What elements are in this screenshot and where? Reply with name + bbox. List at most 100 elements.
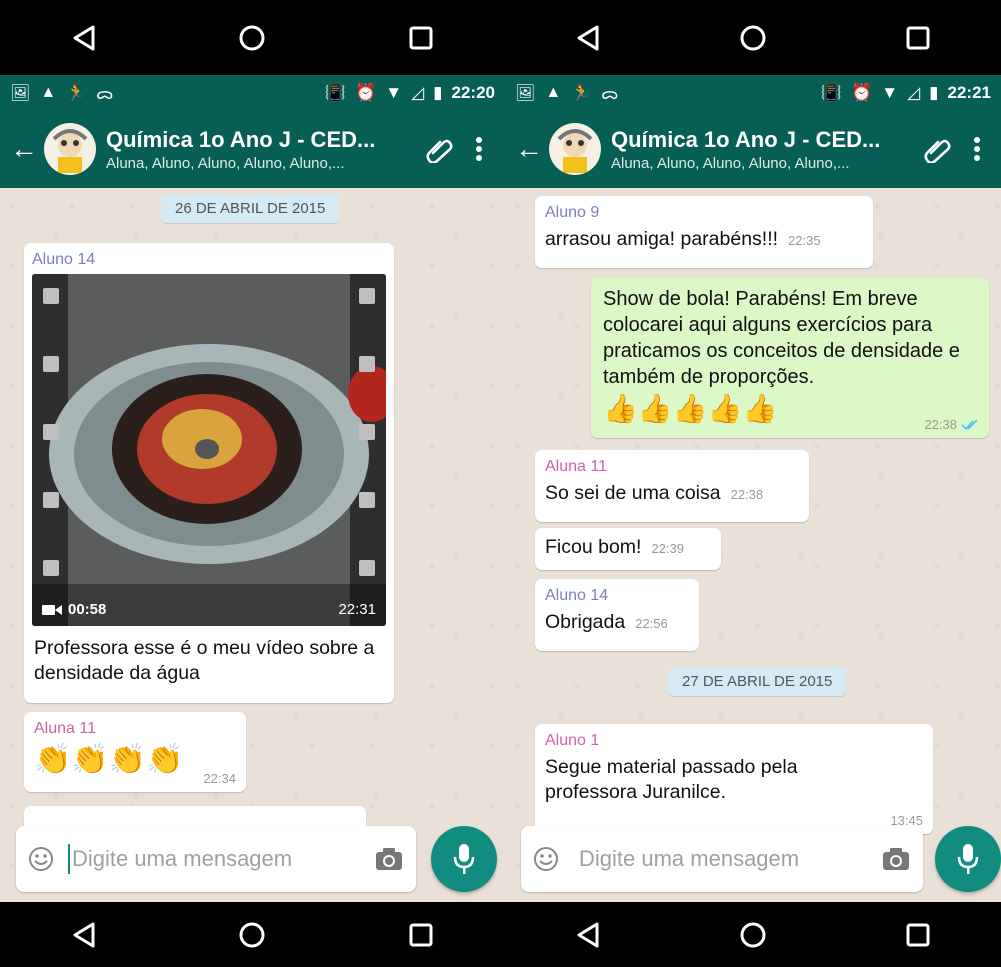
battery-icon: ▮ (433, 82, 443, 102)
top-navigation-bar (505, 0, 1001, 75)
alarm-icon: ⏰ (355, 82, 377, 102)
message-sender: Aluna 11 (34, 720, 96, 737)
top-navigation-bar (0, 0, 505, 75)
message-time: 22:38 (924, 417, 957, 432)
alarm-icon: ⏰ (851, 82, 873, 102)
video-duration: 00:58 (42, 601, 106, 618)
mic-button[interactable] (935, 826, 1001, 892)
message-input[interactable]: Digite uma mensagem (579, 846, 881, 872)
thumbs-up-emoji: 👍👍👍👍👍 (603, 393, 778, 424)
back-arrow-icon[interactable]: ← (0, 133, 42, 165)
message-sender: Aluno 14 (32, 251, 96, 268)
home-icon[interactable] (182, 905, 322, 965)
attach-icon[interactable] (419, 129, 459, 169)
message-time: 22:38 (730, 487, 764, 502)
left-phone-screen: 🖼 ▲ 🏃 ᯅ 📳 ⏰ ▼ ◿ ▮ 22:20 ← Química 1o Ano… (0, 0, 505, 967)
message-time: 22:39 (651, 541, 684, 556)
emoji-icon[interactable] (533, 846, 559, 872)
message-sender: Aluno 9 (545, 204, 600, 221)
message-bubble[interactable]: Aluno 9 arrasou amiga! parabéns!!! 22:35 (535, 196, 873, 268)
video-frame-image (32, 274, 386, 626)
video-thumbnail[interactable]: 00:58 22:31 (32, 274, 386, 626)
chat-participants: Aluna, Aluno, Aluno, Aluno, Aluno,... (611, 154, 850, 172)
home-icon[interactable] (182, 8, 322, 68)
message-bubble[interactable]: Ficou bom! 22:39 (535, 528, 721, 570)
double-check-icon (961, 418, 978, 430)
home-icon[interactable] (683, 905, 823, 965)
voicemail-icon: ᯅ (96, 85, 114, 103)
message-sender: Aluno 1 (545, 732, 600, 749)
recents-icon[interactable] (848, 905, 988, 965)
emoji-icon[interactable] (28, 846, 54, 872)
message-text: arrasou amiga! parabéns!!! 22:35 (545, 228, 821, 250)
mic-icon (453, 844, 475, 874)
message-bubble[interactable]: Aluna 11 👏👏👏👏 22:34 (24, 712, 246, 792)
warning-icon: ▲ (40, 83, 57, 101)
message-bubble[interactable]: Aluno 1 Segue material passado pela prof… (535, 724, 933, 834)
status-bar: 🖼 ▲ 🏃 ᯅ 📳 ⏰ ▼ ◿ ▮ 22:21 (505, 75, 1001, 110)
signal-icon: ◿ (411, 82, 425, 102)
home-icon[interactable] (683, 8, 823, 68)
chat-header-info[interactable]: Química 1o Ano J - CED... Aluna, Aluno, … (106, 127, 419, 172)
chat-participants: Aluna, Aluno, Aluno, Aluno, Aluno,... (106, 154, 345, 172)
chat-messages-area[interactable]: 26 DE ABRIL DE 2015 Aluno 14 00:58 22:31… (0, 188, 505, 902)
status-bar: 🖼 ▲ 🏃 ᯅ 📳 ⏰ ▼ ◿ ▮ 22:20 (0, 75, 505, 110)
back-icon[interactable] (518, 905, 658, 965)
message-time: 22:34 (203, 771, 236, 786)
mic-icon (957, 844, 979, 874)
message-bubble[interactable]: Aluno 14 Obrigada 22:56 (535, 579, 699, 651)
video-camera-icon (42, 604, 62, 615)
message-input[interactable]: Digite uma mensagem (72, 846, 374, 872)
outgoing-message-bubble[interactable]: Show de bola! Parabéns! Em breve colocar… (591, 278, 989, 438)
mic-button[interactable] (431, 826, 497, 892)
message-composer[interactable]: Digite uma mensagem (521, 826, 923, 892)
signal-icon: ◿ (907, 82, 921, 102)
chat-title: Química 1o Ano J - CED... (106, 126, 376, 152)
group-avatar[interactable] (549, 123, 601, 175)
message-text: Obrigada 22:56 (545, 611, 668, 633)
camera-icon[interactable] (881, 846, 911, 872)
bottom-navigation-bar (505, 902, 1001, 967)
wifi-icon: ▼ (385, 82, 403, 102)
message-text: Show de bola! Parabéns! Em breve colocar… (603, 288, 960, 388)
back-icon[interactable] (14, 905, 154, 965)
chat-header: ← Química 1o Ano J - CED... Aluna, Aluno… (0, 110, 505, 188)
vibrate-icon: 📳 (820, 82, 843, 102)
attach-icon[interactable] (917, 129, 957, 169)
voicemail-icon: ᯅ (601, 85, 619, 103)
message-sender: Aluna 11 (545, 458, 607, 475)
back-icon[interactable] (14, 8, 154, 68)
recents-icon[interactable] (848, 8, 988, 68)
message-text: Ficou bom! 22:39 (545, 536, 684, 558)
back-arrow-icon[interactable]: ← (505, 133, 547, 165)
back-icon[interactable] (518, 8, 658, 68)
status-time: 22:20 (451, 82, 495, 102)
video-time: 22:31 (338, 601, 376, 618)
warning-icon: ▲ (545, 83, 562, 101)
activity-icon: 🏃 (571, 84, 592, 102)
more-icon[interactable] (957, 129, 997, 169)
recents-icon[interactable] (351, 8, 491, 68)
chat-title: Química 1o Ano J - CED... (611, 126, 881, 152)
chat-header-info[interactable]: Química 1o Ano J - CED... Aluna, Aluno, … (611, 127, 917, 172)
message-composer[interactable]: Digite uma mensagem (16, 826, 416, 892)
group-avatar[interactable] (44, 123, 96, 175)
status-time: 22:21 (947, 82, 991, 102)
recents-icon[interactable] (351, 905, 491, 965)
image-notification-icon: 🖼 (10, 84, 31, 102)
camera-icon[interactable] (374, 846, 404, 872)
text-cursor (68, 844, 70, 874)
image-notification-icon: 🖼 (515, 84, 536, 102)
right-phone-screen: 🖼 ▲ 🏃 ᯅ 📳 ⏰ ▼ ◿ ▮ 22:21 ← Química 1o Ano… (505, 0, 1001, 967)
date-separator: 27 DE ABRIL DE 2015 (668, 667, 847, 696)
message-time: 22:35 (788, 233, 821, 248)
more-icon[interactable] (459, 129, 499, 169)
activity-icon: 🏃 (66, 84, 87, 102)
battery-icon: ▮ (929, 82, 939, 102)
message-status: 22:38 (924, 417, 979, 432)
video-caption: Professora esse é o meu vídeo sobre a de… (34, 637, 375, 685)
message-bubble[interactable]: Aluna 11 So sei de uma coisa 22:38 (535, 450, 809, 522)
video-message-bubble[interactable]: Aluno 14 00:58 22:31 Professora esse é o… (24, 243, 394, 703)
chat-messages-area[interactable]: Aluno 9 arrasou amiga! parabéns!!! 22:35 … (505, 188, 1001, 902)
chat-header: ← Química 1o Ano J - CED... Aluna, Aluno… (505, 110, 1001, 188)
